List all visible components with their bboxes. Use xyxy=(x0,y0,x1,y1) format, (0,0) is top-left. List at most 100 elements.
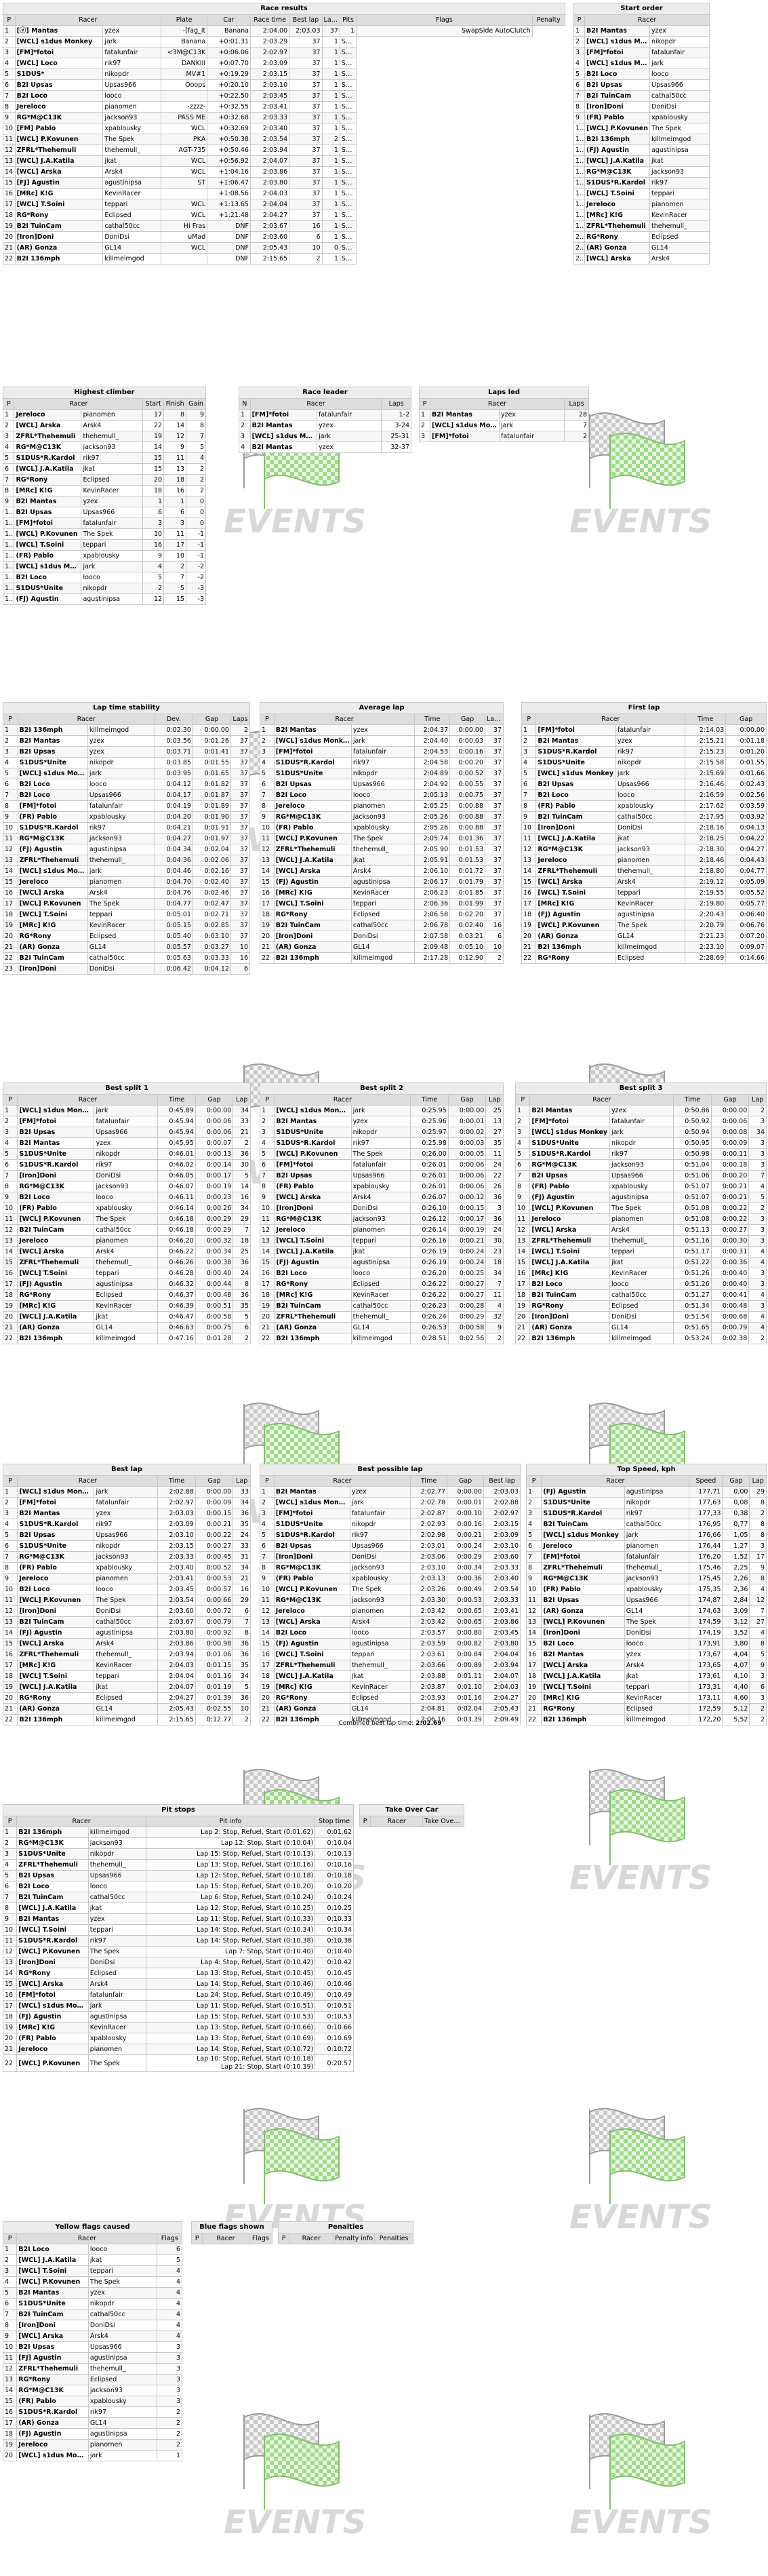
table-cell: yzex xyxy=(87,735,155,747)
table-row: 22 B2I 136mph killmeimgod 0:53.24 0:02.38 2 xyxy=(514,1333,767,1344)
table-cell: Arsk4 xyxy=(350,1192,411,1203)
table-cell: RG*Rony xyxy=(17,1692,95,1704)
table-cell: nikopdr xyxy=(649,36,710,47)
table-cell: (AR) Gonza xyxy=(17,1703,95,1715)
table-cell: 0:04.70 xyxy=(154,876,193,888)
table-cell: RG*Rony xyxy=(273,1692,350,1704)
table-cell: B2I Mantas xyxy=(14,496,82,507)
table-cell: 0:10.72 xyxy=(315,2044,354,2055)
table-cell: [WCL] T.Soini xyxy=(17,1268,95,1279)
table-cell: 0:46.22 xyxy=(157,1246,196,1257)
table-cell: 3 xyxy=(2,431,15,442)
table-cell: 0:04.12 xyxy=(154,779,193,790)
table-cell: (FR) Pablo xyxy=(535,800,616,812)
table-cell: 3,80 xyxy=(722,1638,750,1650)
table-row: 18 (FJ) Agustin agustinipsa 12 15 -3 xyxy=(2,593,206,605)
table-cell: 21 xyxy=(573,242,585,254)
table-cell: 2:03.15 xyxy=(157,1540,196,1552)
table-cell: 0:03.85 xyxy=(154,757,193,768)
table-cell: 1 xyxy=(321,188,340,199)
table-cell: B2I 136mph xyxy=(584,134,650,145)
table-cell: pianomen xyxy=(624,1540,690,1552)
table-cell: 4 xyxy=(521,757,537,768)
table-cell: 16 xyxy=(2,2406,18,2418)
table-cell: 14 xyxy=(163,420,187,431)
table-cell: SwapSide AutoClutch Mouse xyxy=(339,231,357,243)
table-cell: 1 xyxy=(521,724,537,736)
table-row: 17 (FJ) Agustin agustinipsa 0:46.32 0:00.44 8 xyxy=(2,1279,251,1290)
table-cell: 4 xyxy=(157,2276,182,2288)
table-row: 6 [WCL] J.A.Katila jkat 15 13 2 xyxy=(2,463,206,475)
penalties-panel: Penalties P Racer Penalty info Penalties xyxy=(277,2221,413,2244)
table-cell: GL14 xyxy=(609,1322,674,1333)
table-cell: 0:00.65 xyxy=(447,1616,484,1628)
table-cell: 1 xyxy=(260,724,275,736)
table-cell: 19 xyxy=(142,431,165,442)
table-cell: fatalunfair xyxy=(87,1989,146,2001)
table-cell: yzex xyxy=(499,409,565,421)
table-cell: [MRc] K!G xyxy=(16,2022,89,2033)
table-cell: 0:01.99 xyxy=(449,898,485,910)
table-row: 15 [WCL] J.A.Katila jkat 0:51.22 0:00.36 4 xyxy=(514,1257,767,1268)
table-cell: B2I Mantas xyxy=(17,735,88,747)
table-cell: 12 xyxy=(2,1946,18,1957)
table-cell: 3 xyxy=(419,431,430,442)
table-row: 16 [MRc] K!G KevinRacer +1:08.56 2:04.03 37 1 S… xyxy=(3,188,565,199)
table-cell: pianomen xyxy=(81,409,144,421)
table-cell: [WCL] s1dus Monkey xyxy=(273,1497,350,1508)
table-cell: 17 xyxy=(2,2417,18,2429)
table-cell: 22 xyxy=(142,420,165,431)
table-cell: 7 xyxy=(163,572,187,583)
table-cell: 0:00.52 xyxy=(195,1562,234,1574)
table-row: 8 Jereloco pianomen 2:05.25 0:00.88 37 xyxy=(260,800,504,812)
table-cell: Arsk4 xyxy=(87,1978,146,1990)
table-cell: [FM]*fotoi xyxy=(273,746,352,758)
table-cell: [WCL] T.Soini xyxy=(16,2265,89,2277)
table-cell: pianomen xyxy=(94,1573,159,1584)
table-cell: 29 xyxy=(233,1595,251,1606)
table-cell: (FR) Pablo xyxy=(273,1573,350,1584)
table-cell: 3 xyxy=(157,2396,182,2407)
table-cell: -zzzz- xyxy=(161,101,208,113)
table-cell: 0:00.17 xyxy=(195,1170,234,1182)
table-cell: 4 xyxy=(186,452,206,464)
table-cell: cathal50cc xyxy=(87,2309,158,2320)
table-cell: 0:00.08 xyxy=(710,1127,750,1138)
table-cell: [WCL] s1dus Monkey xyxy=(274,1105,352,1116)
table-cell: teppari xyxy=(87,909,155,920)
table-cell: Lap 13: Stop, Refuel, Start (0:10.45) xyxy=(145,1968,316,1979)
table-cell: 37 xyxy=(289,210,323,221)
table-cell: 2:03.41 xyxy=(483,1605,521,1617)
table-cell: 0:26.10 xyxy=(410,1203,449,1214)
table-cell: 16 xyxy=(260,887,275,899)
table-cell: ZFRL*Thehemuli xyxy=(17,855,88,866)
table-cell: 36 xyxy=(233,1649,251,1660)
column-header: Penalties xyxy=(374,2233,413,2244)
table-cell: 0:53.24 xyxy=(673,1333,712,1344)
table-row: 7 [Iron]Doni DoniDsi 0:46.05 0:00.17 5 xyxy=(2,1170,251,1182)
table-cell: 11 xyxy=(2,518,15,529)
table-cell: 0:51.26 xyxy=(673,1268,712,1279)
table-row: 19 B2I TuinCam cathal50cc 2:06.78 0:02.40 16 xyxy=(260,920,504,931)
table-cell: 0:04.77 xyxy=(154,898,193,910)
table-cell: 13 xyxy=(3,855,18,866)
table-row: 1 [WCL] s1dus Monkey jark 0:25.95 0:00.00 25 xyxy=(259,1105,504,1116)
table-cell: thehemull_ xyxy=(349,1660,411,1671)
table-cell: B2I Mantas xyxy=(274,1116,352,1127)
table-cell: 2:03.09 xyxy=(249,58,290,69)
table-row: 20 [WCL] J.A.Katila jkat 0:46.47 0:00.58 5 xyxy=(2,1311,251,1323)
table-cell: 18 xyxy=(163,474,187,486)
table-cell: 3 xyxy=(260,746,275,758)
table-cell: 7 xyxy=(748,1170,767,1182)
table-cell: 20 xyxy=(2,2033,18,2044)
table-cell: +1:04.16 xyxy=(207,166,251,178)
table-cell: [WCL] P.Kovunen xyxy=(17,1595,95,1606)
table-row: 8 (FR) Pablo xpablousky 0:51.07 0:00.21 4 xyxy=(514,1181,767,1192)
table-cell: 13 xyxy=(3,155,16,167)
table-cell: 0:01.91 xyxy=(192,822,231,834)
table-cell: 2:06.10 xyxy=(414,865,451,877)
table-cell: 37 xyxy=(289,177,323,189)
table-cell: Upsas966 xyxy=(87,2341,158,2353)
table-row: 8 RG*M@C13K jackson93 0:46.07 0:00.19 14 xyxy=(2,1181,251,1192)
table-cell: 8 xyxy=(2,1181,18,1192)
